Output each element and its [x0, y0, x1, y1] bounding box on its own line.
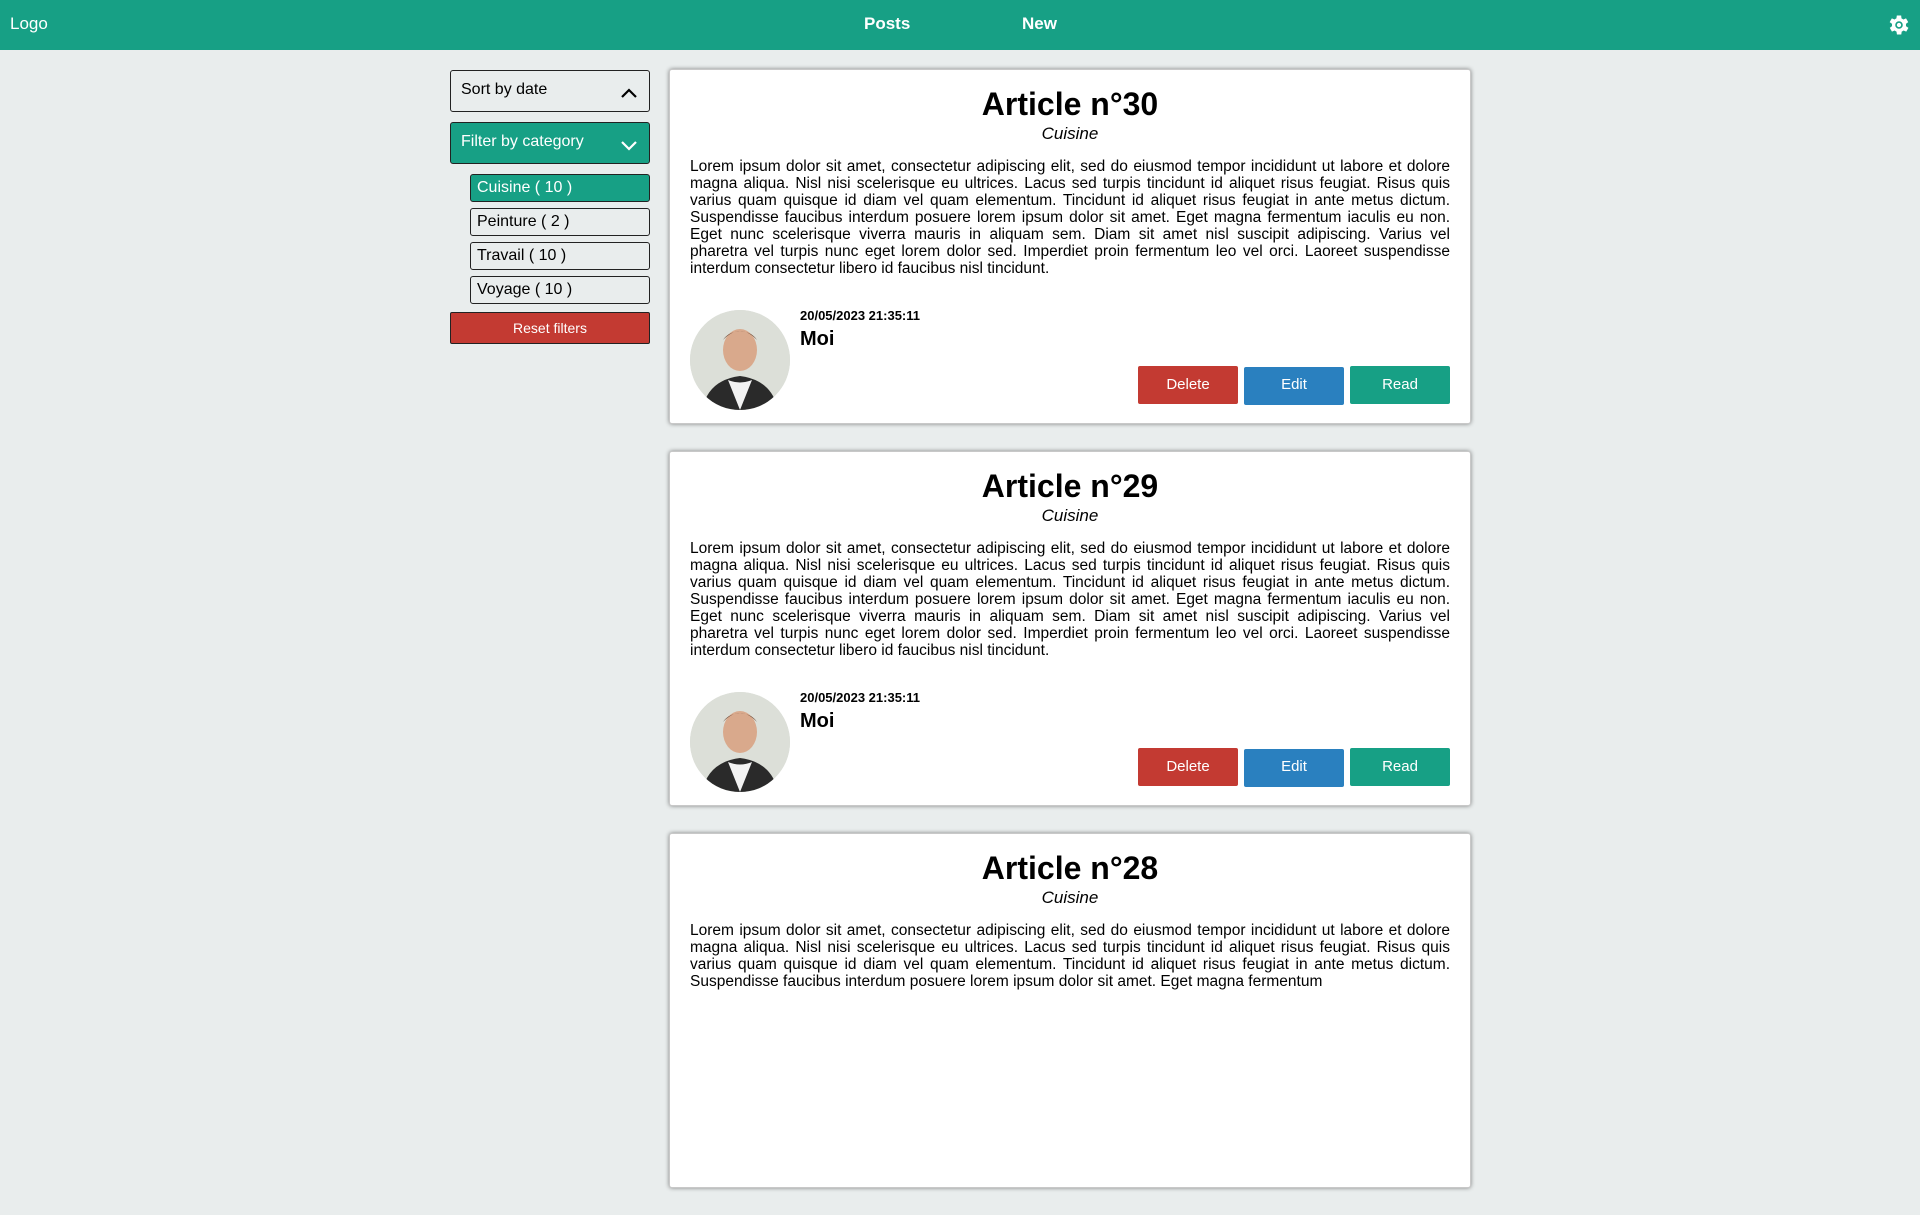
avatar-image: [690, 692, 790, 792]
top-navbar: Logo Posts New: [0, 0, 1920, 50]
article-title: Article n°30: [981, 86, 1159, 122]
article-card: Article n°29 Cuisine Lorem ipsum dolor s…: [669, 451, 1471, 806]
avatar-image: [690, 310, 790, 410]
read-button[interactable]: Read: [1350, 748, 1450, 786]
article-category: Cuisine: [1041, 124, 1099, 143]
article-actions: Delete Edit Read: [1132, 366, 1450, 405]
article-title: Article n°29: [981, 468, 1159, 504]
logo[interactable]: Logo: [10, 14, 48, 34]
article-body: Lorem ipsum dolor sit amet, consectetur …: [690, 540, 1450, 659]
article-title: Article n°28: [981, 850, 1159, 886]
article-category: Cuisine: [1041, 506, 1099, 525]
article-author: Moi: [800, 328, 835, 350]
article-feed: Article n°30 Cuisine Lorem ipsum dolor s…: [669, 69, 1471, 1215]
article-meta: 20/05/2023 21:35:11 Moi Delete Edit Read: [690, 684, 1450, 794]
article-card: Article n°30 Cuisine Lorem ipsum dolor s…: [669, 69, 1471, 424]
edit-button[interactable]: Edit: [1244, 749, 1344, 787]
filters-sidebar: Sort by date Filter by category Cuisine …: [450, 70, 650, 344]
article-meta: 20/05/2023 21:35:11 Moi Delete Edit Read: [690, 302, 1450, 412]
article-body: Lorem ipsum dolor sit amet, consectetur …: [690, 158, 1450, 277]
article-date: 20/05/2023 21:35:11: [800, 308, 920, 323]
nav-new-link[interactable]: New: [1022, 14, 1057, 34]
category-peinture[interactable]: Peinture ( 2 ): [470, 208, 650, 236]
article-author: Moi: [800, 710, 835, 732]
filter-by-category-dropdown[interactable]: Filter by category: [450, 122, 650, 164]
article-category: Cuisine: [1041, 888, 1099, 907]
delete-button[interactable]: Delete: [1138, 748, 1238, 786]
author-avatar: [690, 692, 790, 792]
gear-icon[interactable]: [1886, 12, 1912, 38]
reset-filters-button[interactable]: Reset filters: [450, 312, 650, 344]
category-list: Cuisine ( 10 ) Peinture ( 2 ) Travail ( …: [470, 174, 650, 304]
category-travail[interactable]: Travail ( 10 ): [470, 242, 650, 270]
category-voyage[interactable]: Voyage ( 10 ): [470, 276, 650, 304]
delete-button[interactable]: Delete: [1138, 366, 1238, 404]
category-cuisine[interactable]: Cuisine ( 10 ): [470, 174, 650, 202]
article-actions: Delete Edit Read: [1132, 748, 1450, 787]
article-body: Lorem ipsum dolor sit amet, consectetur …: [690, 922, 1450, 990]
chevron-up-icon: [621, 88, 637, 98]
sort-by-date-dropdown[interactable]: Sort by date: [450, 70, 650, 112]
article-date: 20/05/2023 21:35:11: [800, 690, 920, 705]
read-button[interactable]: Read: [1350, 366, 1450, 404]
chevron-down-icon: [621, 141, 637, 151]
article-card: Article n°28 Cuisine Lorem ipsum dolor s…: [669, 833, 1471, 1188]
filter-label: Filter by category: [461, 133, 584, 150]
nav-posts-link[interactable]: Posts: [864, 14, 910, 34]
sort-label: Sort by date: [461, 81, 548, 98]
edit-button[interactable]: Edit: [1244, 367, 1344, 405]
author-avatar: [690, 310, 790, 410]
